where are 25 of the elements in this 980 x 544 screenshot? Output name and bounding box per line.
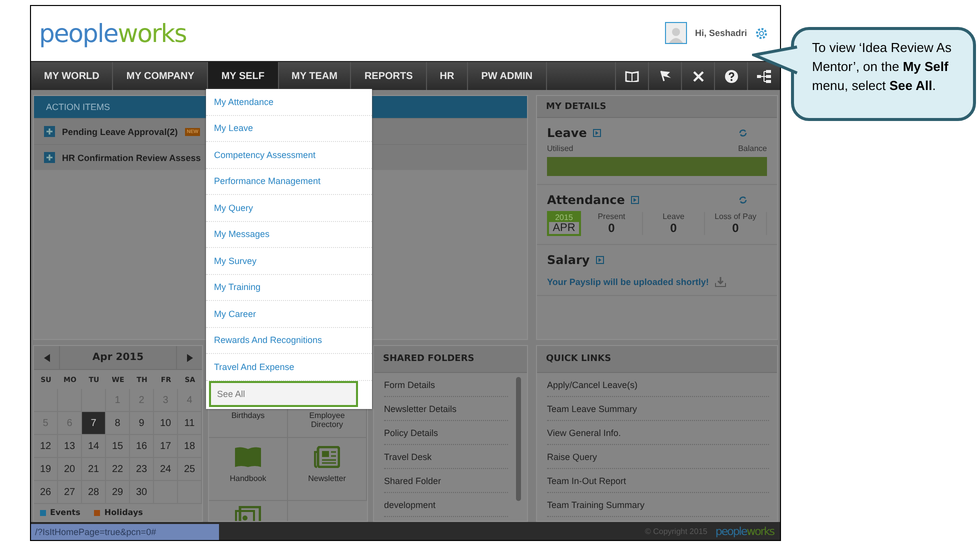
stat-label: Leave (662, 212, 684, 221)
panel-title: SHARED FOLDERS (374, 346, 527, 373)
stat-label: Present (598, 212, 626, 221)
action-item-label: HR Confirmation Review Assess (62, 152, 201, 162)
callout-text: To view ‘Idea Review As Mentor’, on the My Self menu, select See All. (812, 40, 952, 93)
stat-value: 0 (732, 221, 739, 235)
user-greeting: Hi, Seshadri (694, 28, 747, 38)
section-title: Attendance (547, 193, 625, 207)
stat-value: 0 (608, 221, 615, 235)
status-url: /?IsItHomePage=true&pcn=0# (31, 524, 219, 540)
calendar-month: Apr 2015 (59, 346, 177, 369)
bar-label: Utilised (547, 144, 574, 153)
section-title: Leave (547, 126, 587, 140)
panel-title: MY DETAILS (537, 96, 777, 118)
date-badge: 2015 APR (547, 211, 581, 236)
peopleworks-logo: peopleworks (39, 18, 186, 48)
legend-item: Events (40, 508, 80, 517)
section-title: Salary (547, 253, 590, 267)
legend-item: Holidays (94, 508, 143, 517)
bar-label: Balance (738, 144, 767, 153)
stat-value: 0 (670, 221, 677, 235)
footer-logo: peopleworks (715, 524, 774, 538)
action-item-label: Pending Leave Approval(2) (62, 126, 178, 136)
stat-label: Loss of Pay (714, 212, 756, 221)
panel-title: QUICK LINKS (537, 346, 777, 373)
